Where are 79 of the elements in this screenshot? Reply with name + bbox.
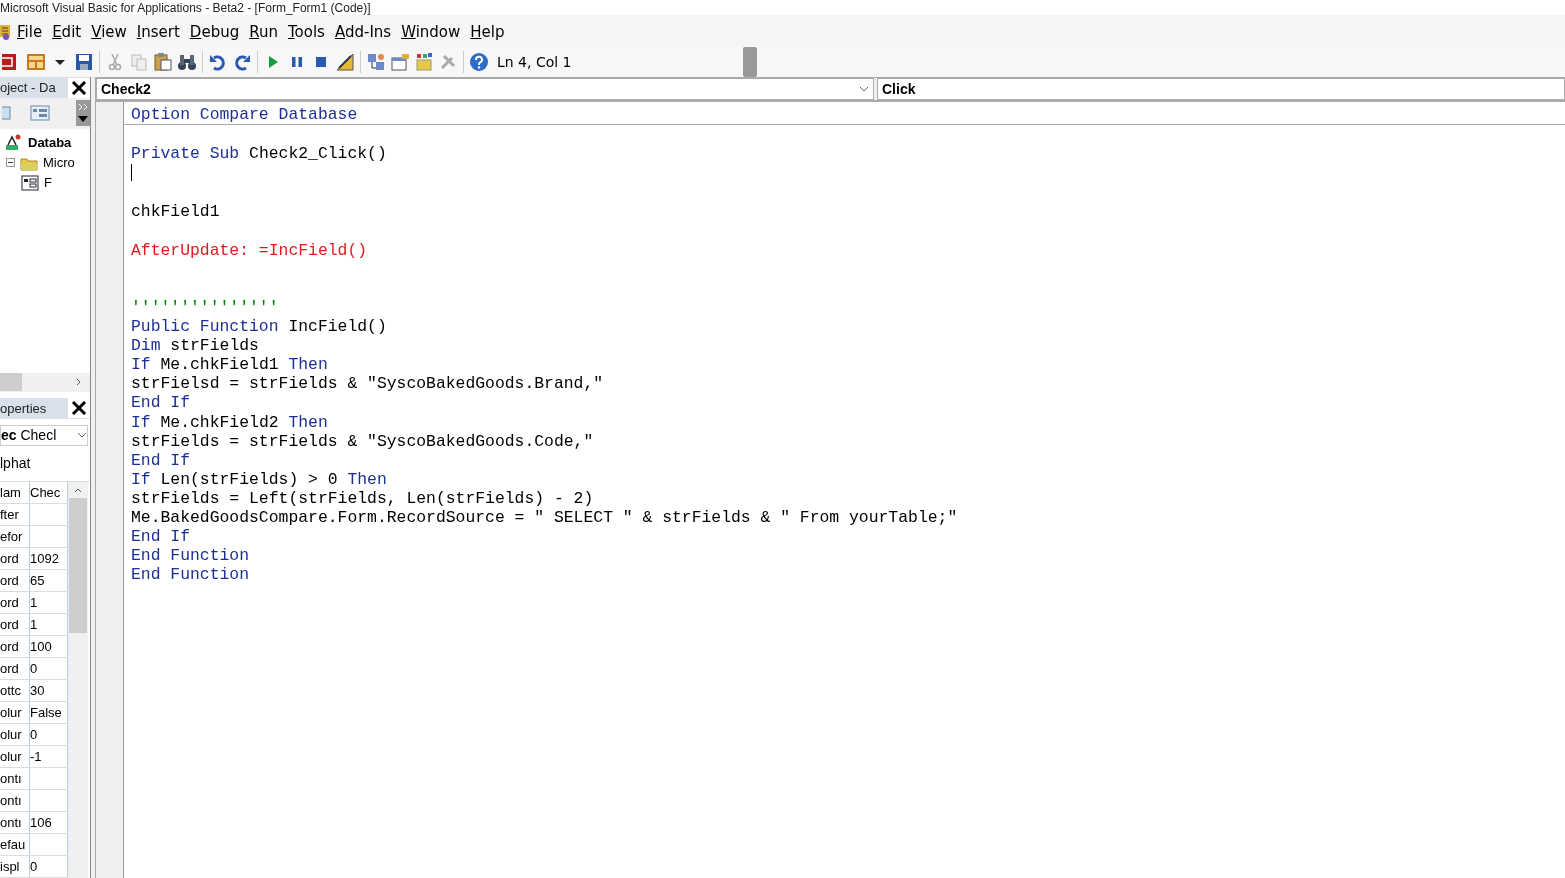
code-line: If Me.chkField1 Then: [131, 355, 328, 375]
menu-item[interactable]: Run: [244, 21, 283, 43]
window-title: Microsoft Visual Basic for Applications - Beta2 - [Form_Form1 (Code)]: [0, 0, 371, 15]
code-line: ''''''''''''''': [131, 297, 279, 318]
object-dropdown[interactable]: Check2: [96, 78, 874, 100]
property-name[interactable]: ord: [0, 614, 30, 635]
property-name[interactable]: ontı: [0, 790, 30, 811]
code-line: End Function: [131, 565, 250, 585]
code-line: End If: [131, 450, 191, 470]
panel-title: oject - Da: [0, 80, 57, 96]
menu-item[interactable]: Add-Ins: [329, 21, 397, 43]
property-name[interactable]: ord: [0, 592, 30, 613]
menu-item[interactable]: Edit: [47, 21, 87, 43]
paste-icon[interactable]: [153, 52, 173, 72]
tree-item[interactable]: Databa: [28, 135, 72, 151]
menu-item[interactable]: View: [86, 21, 132, 43]
table-cell: lam: [0, 482, 30, 503]
menu-item[interactable]: Help: [465, 21, 510, 43]
property-name[interactable]: ord: [0, 548, 30, 569]
menu-item[interactable]: Window: [396, 21, 466, 43]
code-line: Me.BakedGoodsCompare.Form.RecordSource = " SELECT " & strFields & " From yourTable;": [131, 507, 958, 528]
code-line: Option Compare Database: [131, 105, 358, 125]
text-cursor: [131, 164, 132, 182]
code-line: Public Function IncField(): [131, 317, 387, 337]
code-line: AfterUpdate: =IncField(): [131, 240, 368, 260]
code-line: If Len(strFields) > 0 Then: [131, 469, 387, 489]
panel-title: operties: [0, 400, 48, 416]
undo-icon[interactable]: [208, 52, 228, 72]
chevron-down-icon[interactable]: [859, 86, 869, 92]
property-name[interactable]: ottc: [0, 680, 30, 701]
scroll-right-icon[interactable]: [76, 378, 82, 387]
object-dropdown[interactable]: ec Checl: [0, 424, 88, 447]
code-line: strFielsd = strFields & "SyscoBakedGoods.Brand,": [131, 374, 604, 394]
properties-icon[interactable]: [390, 52, 410, 72]
property-name[interactable]: efor: [0, 526, 30, 547]
property-name[interactable]: olur: [0, 724, 30, 745]
property-name[interactable]: ord: [0, 570, 30, 591]
collapse-icon[interactable]: [6, 158, 15, 168]
menu-item[interactable]: File: [12, 21, 48, 43]
code-line: End If: [131, 527, 191, 547]
property-name[interactable]: olur: [0, 746, 30, 767]
property-name[interactable]: ontı: [0, 768, 30, 789]
menu-item[interactable]: Tools: [282, 21, 330, 43]
cursor-position: Ln 4, Col 1: [496, 54, 573, 70]
property-name[interactable]: fter: [0, 504, 30, 525]
procedure-dropdown[interactable]: Click: [877, 78, 1565, 100]
code-line: Dim strFields: [131, 336, 259, 356]
app-icon: [0, 23, 10, 41]
code-line: End Function: [131, 546, 250, 566]
close-button[interactable]: [68, 77, 90, 98]
save-icon[interactable]: [74, 52, 94, 72]
property-name[interactable]: efau: [0, 834, 30, 855]
menu-item[interactable]: Debug: [184, 21, 245, 43]
property-name[interactable]: ispl: [0, 856, 30, 877]
redo-icon[interactable]: [232, 52, 252, 72]
code-line: End If: [131, 393, 191, 413]
code-line: chkField1: [131, 202, 220, 222]
form-icon: [20, 172, 40, 193]
scrollbar-thumb[interactable]: [69, 498, 87, 633]
view-object-icon[interactable]: [30, 103, 50, 124]
property-name[interactable]: olur: [0, 702, 30, 723]
close-button[interactable]: [68, 398, 90, 419]
tree-item[interactable]: Micro: [43, 155, 75, 171]
binoculars-icon[interactable]: [177, 52, 197, 72]
property-name[interactable]: ord: [0, 636, 30, 657]
tree-row[interactable]: Databa: [0, 132, 90, 153]
project-explorer-icon[interactable]: [366, 52, 386, 72]
property-name[interactable]: ord: [0, 658, 30, 679]
code-line: Private Sub Check2_Click(): [131, 144, 387, 164]
code-line: If Me.chkField2 Then: [131, 412, 328, 432]
chevron-down-icon[interactable]: [77, 432, 87, 439]
code-line: strFields = strFields & "SyscoBakedGoods.Code,": [131, 431, 594, 451]
menu-item[interactable]: Insert: [131, 21, 185, 43]
property-name[interactable]: ontı: [0, 812, 30, 833]
scrollbar-thumb[interactable]: [0, 373, 22, 392]
help-icon[interactable]: [469, 52, 489, 72]
tree-item[interactable]: F: [44, 175, 52, 191]
code-line: strFields = Left(strFields, Len(strFields) - 2): [131, 488, 594, 508]
chevron-icon[interactable]: [76, 100, 90, 127]
